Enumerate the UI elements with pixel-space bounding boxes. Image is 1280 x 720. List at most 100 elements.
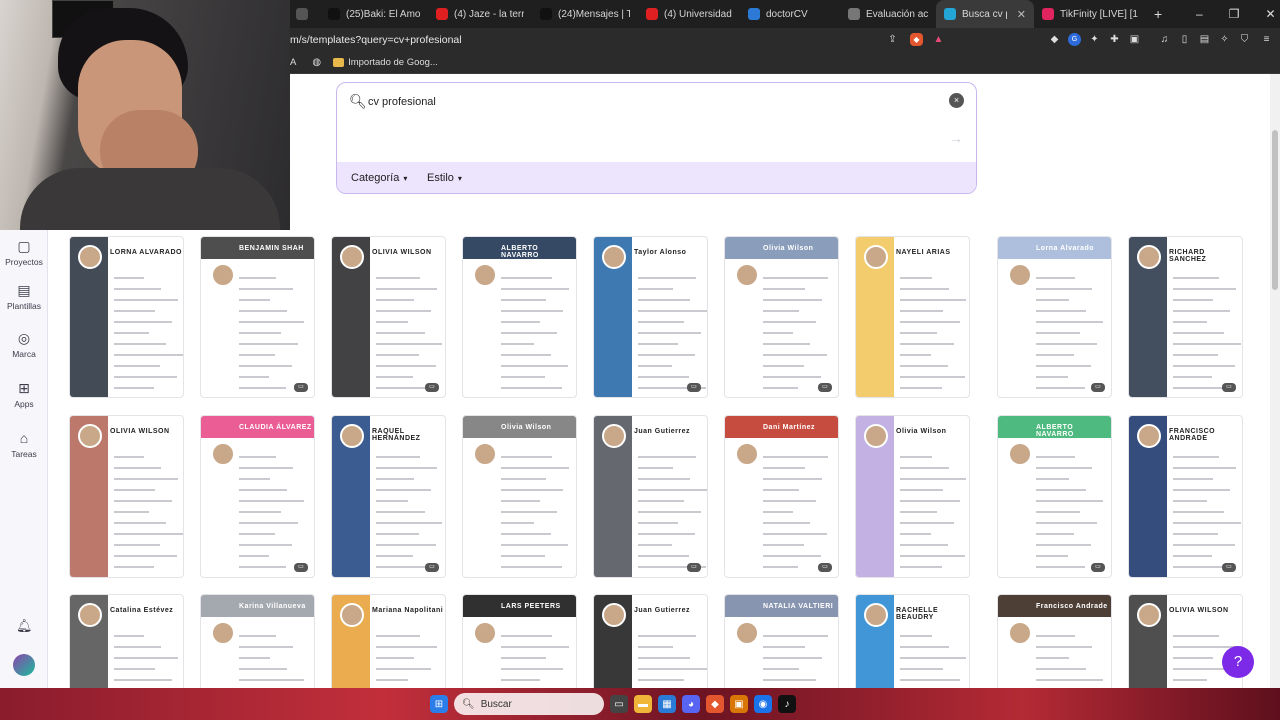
- browser-tab[interactable]: doctorCV: [740, 0, 840, 28]
- template-card[interactable]: Catalina Estévez: [69, 594, 184, 688]
- puzzle-icon[interactable]: ✚: [1108, 33, 1121, 46]
- template-card[interactable]: RAQUEL HERNÁNDEZ ▭: [331, 415, 446, 578]
- sidebar-item-proyectos[interactable]: ▢ Proyectos: [0, 238, 48, 267]
- sidebar-item-tareas[interactable]: ⌂ Tareas: [0, 430, 48, 459]
- brave-icon[interactable]: ◆: [706, 695, 724, 713]
- browser-tab[interactable]: Evaluación actividad: [840, 0, 936, 28]
- template-photo: [78, 424, 102, 448]
- help-button[interactable]: ?: [1222, 646, 1254, 678]
- template-card[interactable]: OLIVIA WILSON: [1128, 594, 1243, 688]
- search-input[interactable]: [368, 93, 928, 111]
- template-text-line: [239, 332, 281, 334]
- browser-tab[interactable]: (24)Mensajes | TikTo: [532, 0, 638, 28]
- browser-tab[interactable]: (4) Universidades: g: [638, 0, 740, 28]
- template-text-line: [900, 566, 942, 568]
- tiktok-icon[interactable]: ♪: [778, 695, 796, 713]
- notifications-icon[interactable]: 🔔︎: [16, 618, 33, 634]
- template-card[interactable]: OLIVIA WILSON: [69, 415, 184, 578]
- bookmark-label: Importado de Goog...: [348, 57, 438, 68]
- close-window-icon[interactable]: ✕: [1265, 7, 1275, 21]
- music-icon[interactable]: ♫: [1158, 33, 1171, 46]
- template-text-line: [239, 310, 287, 312]
- extension-icon[interactable]: ◆: [1048, 33, 1061, 46]
- premium-badge-icon: ▭: [687, 563, 701, 572]
- template-card[interactable]: Juan Gutierrez ▭: [593, 415, 708, 578]
- sidebar-toggle-icon[interactable]: ▯: [1178, 33, 1191, 46]
- browser-tab[interactable]: sht: [288, 0, 320, 28]
- browser-tab[interactable]: (4) Jaze - la terr: [428, 0, 532, 28]
- file-explorer-icon[interactable]: ▬: [634, 695, 652, 713]
- browser-tab[interactable]: Busca cv profe ✕: [936, 0, 1034, 28]
- template-card[interactable]: Olivia Wilson: [462, 415, 577, 578]
- style-filter[interactable]: Estilo ▾: [427, 168, 462, 188]
- doctorcv-icon: [748, 8, 760, 20]
- template-card[interactable]: LARS PEETERS: [462, 594, 577, 688]
- discord-icon[interactable]: ◕: [682, 695, 700, 713]
- vpn-icon[interactable]: ⛉: [1238, 33, 1251, 46]
- extension-diamond-icon[interactable]: ✦: [1088, 33, 1101, 46]
- avatar[interactable]: [13, 654, 35, 676]
- template-text-line: [1173, 489, 1230, 491]
- brave-shield-icon[interactable]: ◆: [910, 33, 923, 46]
- template-card[interactable]: FRANCISCO ANDRADE ▭: [1128, 415, 1243, 578]
- template-text-line: [1036, 635, 1075, 637]
- rewards-icon[interactable]: ▲: [932, 33, 945, 46]
- browser-tab[interactable]: TikFinity [LIVE] [1 V: [1034, 0, 1146, 28]
- store-icon[interactable]: ▦: [658, 695, 676, 713]
- app-icon[interactable]: ▣: [730, 695, 748, 713]
- template-card[interactable]: NAYELI ARIAS: [855, 236, 970, 398]
- template-card[interactable]: BENJAMIN SHAH ▭: [200, 236, 315, 398]
- template-text-line: [376, 343, 442, 345]
- template-card[interactable]: ALBERTO NAVARRO ▭: [997, 415, 1112, 578]
- template-card[interactable]: RACHELLE BEAUDRY: [855, 594, 970, 688]
- bookmark-folder[interactable]: Importado de Goog...: [333, 57, 438, 68]
- template-text-line: [501, 354, 551, 356]
- windows-start-icon[interactable]: ⊞: [430, 695, 448, 713]
- template-card[interactable]: Karina Villanueva: [200, 594, 315, 688]
- menu-icon[interactable]: ≡: [1260, 33, 1273, 46]
- minimize-icon[interactable]: –: [1196, 7, 1203, 21]
- close-tab-icon[interactable]: ✕: [1017, 8, 1026, 21]
- clear-search-button[interactable]: ×: [949, 93, 964, 108]
- template-card[interactable]: RICHARD SANCHEZ ▭: [1128, 236, 1243, 398]
- webcam-overlay: [0, 0, 290, 230]
- globe-icon[interactable]: ◍: [312, 57, 321, 68]
- template-card[interactable]: Olivia Wilson ▭: [724, 236, 839, 398]
- template-card[interactable]: OLIVIA WILSON ▭: [331, 236, 446, 398]
- submit-search-button[interactable]: →: [943, 125, 969, 151]
- wallet-icon[interactable]: ▤: [1198, 33, 1211, 46]
- template-card[interactable]: Lorna Alvarado ▭: [997, 236, 1112, 398]
- scrollbar-thumb[interactable]: [1272, 130, 1278, 290]
- browser-tab[interactable]: (25)Baki: El Amor y: [320, 0, 428, 28]
- new-tab-button[interactable]: +: [1146, 0, 1170, 28]
- bookmark-prefix[interactable]: A: [290, 57, 296, 68]
- screenshot-icon[interactable]: ▣: [1128, 33, 1141, 46]
- page-scrollbar[interactable]: [1270, 74, 1280, 688]
- template-text-line: [1173, 343, 1241, 345]
- template-text-line: [114, 657, 178, 659]
- maximize-icon[interactable]: ❐: [1229, 7, 1240, 21]
- sidebar-item-marca[interactable]: ◎ Marca: [0, 330, 48, 359]
- extension-g-icon[interactable]: G: [1068, 33, 1081, 46]
- template-card[interactable]: Taylor Alonso ▭: [593, 236, 708, 398]
- template-card[interactable]: Francisco Andrade: [997, 594, 1112, 688]
- template-card[interactable]: ALBERTO NAVARRO: [462, 236, 577, 398]
- template-card[interactable]: Mariana Napolitani: [331, 594, 446, 688]
- template-card[interactable]: Juan Gutierrez: [593, 594, 708, 688]
- task-view-icon[interactable]: ▭: [610, 695, 628, 713]
- chrome-icon[interactable]: ◉: [754, 695, 772, 713]
- sidebar-item-plantillas[interactable]: ▤ Plantillas: [0, 282, 48, 311]
- category-filter[interactable]: Categoría ▾: [351, 168, 407, 188]
- template-card[interactable]: Dani Martínez ▭: [724, 415, 839, 578]
- template-text-line: [239, 277, 276, 279]
- share-icon[interactable]: ⇪: [886, 33, 899, 46]
- template-card[interactable]: NATALIA VALTIERI: [724, 594, 839, 688]
- template-card[interactable]: CLAUDIA ÁLVAREZ ▭: [200, 415, 315, 578]
- sidebar-item-apps[interactable]: ⊞ Apps: [0, 380, 48, 409]
- leo-ai-icon[interactable]: ✧: [1218, 33, 1231, 46]
- template-card[interactable]: LORNA ALVARADO: [69, 236, 184, 398]
- template-title: Karina Villanueva: [239, 603, 306, 610]
- template-card[interactable]: Olivia Wilson: [855, 415, 970, 578]
- taskbar-search[interactable]: 🔍︎ Buscar: [454, 693, 604, 715]
- url-text[interactable]: m/s/templates?query=cv+profesional: [290, 34, 900, 46]
